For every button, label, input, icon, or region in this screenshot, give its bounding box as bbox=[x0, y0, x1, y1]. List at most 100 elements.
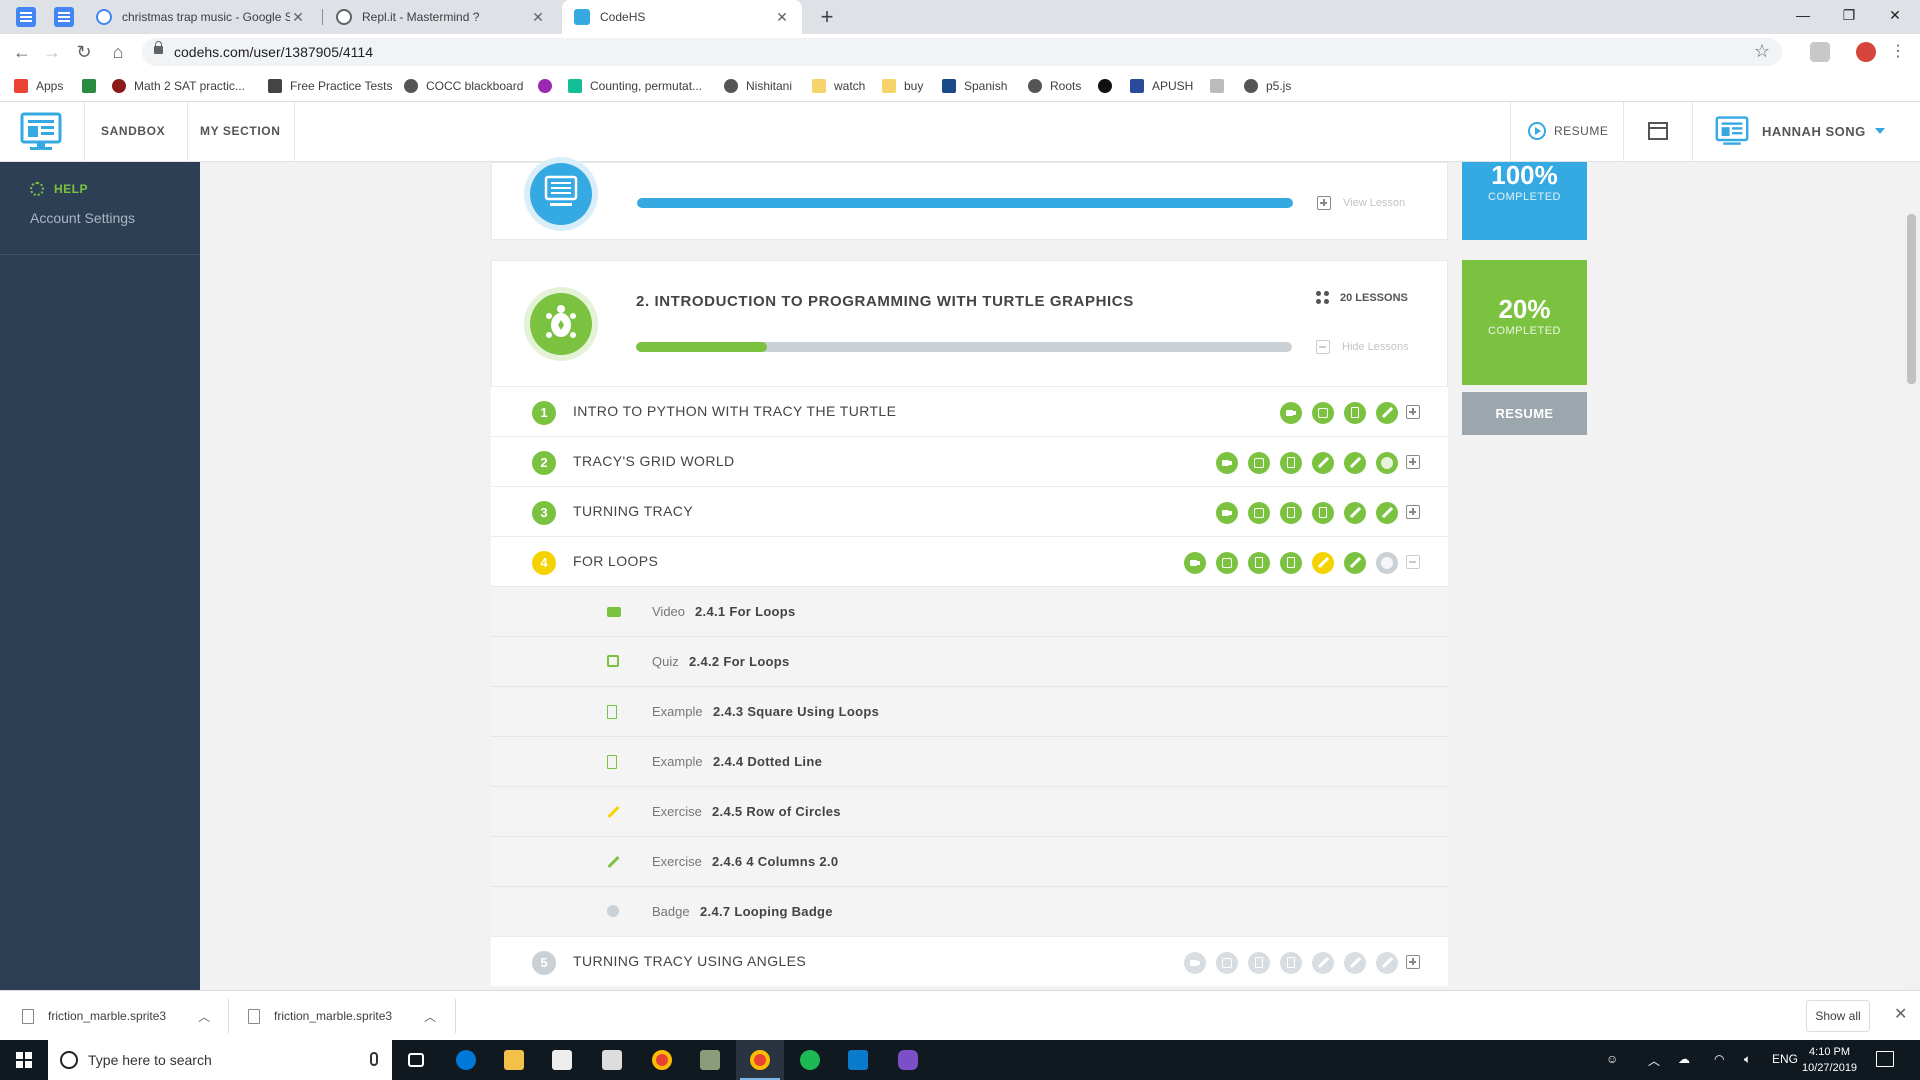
item-name[interactable]: 2.4.3 Square Using Loops bbox=[713, 704, 879, 719]
expand-plus-icon[interactable] bbox=[1406, 955, 1420, 969]
microphone-icon[interactable] bbox=[370, 1052, 378, 1066]
lesson-item-row[interactable]: Badge 2.4.7 Looping Badge bbox=[491, 886, 1448, 936]
unit-2-resume-button[interactable]: RESUME bbox=[1462, 392, 1587, 435]
lesson-title[interactable]: TURNING TRACY bbox=[573, 503, 693, 519]
exercise-activity-icon[interactable] bbox=[1376, 502, 1398, 524]
bookmark-apush[interactable]: APUSH bbox=[1130, 70, 1193, 102]
bookmark-p5js[interactable]: p5.js bbox=[1244, 70, 1291, 102]
bookmark-color-wheel[interactable] bbox=[538, 70, 560, 102]
photos-app-icon[interactable] bbox=[686, 1040, 734, 1080]
item-name[interactable]: 2.4.6 4 Columns 2.0 bbox=[712, 854, 838, 869]
video-activity-icon[interactable] bbox=[1216, 452, 1238, 474]
lesson-title[interactable]: TURNING TRACY USING ANGLES bbox=[573, 953, 806, 969]
lesson-item-row[interactable]: Exercise 2.4.5 Row of Circles bbox=[491, 786, 1448, 836]
video-activity-icon[interactable] bbox=[1184, 952, 1206, 974]
example-activity-icon[interactable] bbox=[1248, 552, 1270, 574]
video-activity-icon[interactable] bbox=[1280, 402, 1302, 424]
quiz-activity-icon[interactable] bbox=[1216, 552, 1238, 574]
lesson-item-row[interactable]: Example 2.4.4 Dotted Line bbox=[491, 736, 1448, 786]
item-name[interactable]: 2.4.5 Row of Circles bbox=[712, 804, 841, 819]
bookmark-counting[interactable]: Counting, permutat... bbox=[568, 70, 702, 102]
google-docs-pinned-tab-2[interactable] bbox=[54, 7, 74, 27]
example-activity-icon[interactable] bbox=[1344, 402, 1366, 424]
people-icon[interactable]: ☺ bbox=[1606, 1052, 1618, 1066]
bookmark-spanish[interactable]: Spanish bbox=[942, 70, 1007, 102]
user-name[interactable]: HANNAH SONG bbox=[1762, 124, 1866, 139]
close-icon[interactable]: ✕ bbox=[1894, 1004, 1907, 1024]
address-bar[interactable]: codehs.com/user/1387905/4114 ☆ bbox=[142, 38, 1782, 66]
account-settings-link[interactable]: Account Settings bbox=[30, 210, 135, 226]
lesson-row[interactable]: 2 TRACY'S GRID WORLD bbox=[491, 436, 1448, 486]
quiz-activity-icon[interactable] bbox=[1248, 452, 1270, 474]
chevron-down-icon[interactable] bbox=[1875, 128, 1885, 134]
purple-app-icon[interactable] bbox=[884, 1040, 932, 1080]
store-icon[interactable] bbox=[538, 1040, 586, 1080]
chevron-up-icon[interactable]: ︿ bbox=[424, 1008, 436, 1025]
close-tab-icon[interactable]: ✕ bbox=[530, 9, 546, 26]
lesson-title[interactable]: INTRO TO PYTHON WITH TRACY THE TURTLE bbox=[573, 403, 896, 419]
exercise-activity-icon[interactable] bbox=[1312, 552, 1334, 574]
onedrive-cloud-icon[interactable]: ☁ bbox=[1678, 1052, 1690, 1066]
bookmark-free-practice[interactable]: Free Practice Tests bbox=[268, 70, 392, 102]
example-activity-icon[interactable] bbox=[1280, 952, 1302, 974]
new-tab-button[interactable]: + bbox=[814, 4, 840, 30]
extension-icon[interactable] bbox=[1810, 42, 1830, 62]
mail-icon[interactable] bbox=[588, 1040, 636, 1080]
bookmark-watch[interactable]: watch bbox=[812, 70, 865, 102]
lesson-row[interactable]: 5 TURNING TRACY USING ANGLES bbox=[491, 936, 1448, 986]
download-item[interactable]: friction_marble.sprite3 ︿ bbox=[22, 991, 210, 1041]
exercise-activity-icon[interactable] bbox=[1344, 952, 1366, 974]
restore-window-button[interactable]: ❐ bbox=[1826, 0, 1872, 30]
download-item[interactable]: friction_marble.sprite3 ︿ bbox=[248, 991, 436, 1041]
notification-center-icon[interactable] bbox=[1876, 1051, 1894, 1067]
example-activity-icon[interactable] bbox=[1280, 452, 1302, 474]
close-tab-icon[interactable]: ✕ bbox=[774, 9, 790, 26]
lesson-row[interactable]: 4 FOR LOOPS bbox=[491, 536, 1448, 586]
back-arrow-icon[interactable]: ← bbox=[10, 40, 34, 64]
profile-avatar-icon[interactable] bbox=[1856, 42, 1876, 62]
bookmark-mk[interactable] bbox=[1210, 70, 1232, 102]
chrome-active-icon[interactable] bbox=[736, 1040, 784, 1080]
bookmark-nishitani[interactable]: Nishitani bbox=[724, 70, 792, 102]
chevron-up-icon[interactable]: ︿ bbox=[198, 1008, 210, 1025]
minimize-window-button[interactable]: — bbox=[1780, 0, 1826, 30]
bookmark-github[interactable] bbox=[1098, 70, 1120, 102]
close-window-button[interactable]: ✕ bbox=[1872, 0, 1918, 30]
show-all-button[interactable]: Show all bbox=[1806, 1000, 1870, 1032]
collapse-minus-icon[interactable] bbox=[1406, 555, 1420, 569]
view-lesson-link[interactable]: View Lesson bbox=[1317, 196, 1405, 210]
bookmark-buy[interactable]: buy bbox=[882, 70, 923, 102]
item-name[interactable]: 2.4.1 For Loops bbox=[695, 604, 796, 619]
nav-my-section[interactable]: MY SECTION bbox=[200, 124, 280, 138]
taskbar-search-box[interactable]: Type here to search bbox=[48, 1040, 392, 1080]
url-text[interactable]: codehs.com/user/1387905/4114 bbox=[174, 44, 373, 60]
sidebar-help-link[interactable]: HELP bbox=[30, 182, 88, 196]
lesson-title[interactable]: TRACY'S GRID WORLD bbox=[573, 453, 735, 469]
example-activity-icon[interactable] bbox=[1248, 952, 1270, 974]
lesson-row[interactable]: 1 INTRO TO PYTHON WITH TRACY THE TURTLE bbox=[491, 386, 1448, 436]
quiz-activity-icon[interactable] bbox=[1312, 402, 1334, 424]
hide-lessons-link[interactable]: Hide Lessons bbox=[1316, 340, 1409, 354]
badge-activity-icon[interactable] bbox=[1376, 452, 1398, 474]
example-activity-icon[interactable] bbox=[1312, 502, 1334, 524]
browser-window-icon[interactable] bbox=[1648, 122, 1668, 140]
exercise-activity-icon[interactable] bbox=[1344, 502, 1366, 524]
lesson-title[interactable]: FOR LOOPS bbox=[573, 553, 658, 569]
quiz-activity-icon[interactable] bbox=[1216, 952, 1238, 974]
tab-codehs[interactable]: CodeHS ✕ bbox=[562, 0, 802, 34]
lesson-item-row[interactable]: Exercise 2.4.6 4 Columns 2.0 bbox=[491, 836, 1448, 886]
scrollbar-thumb[interactable] bbox=[1907, 214, 1916, 384]
exercise-activity-icon[interactable] bbox=[1312, 952, 1334, 974]
forward-arrow-icon[interactable]: → bbox=[40, 40, 64, 64]
volume-icon[interactable]: 🔈︎ bbox=[1744, 1052, 1751, 1067]
expand-plus-icon[interactable] bbox=[1406, 455, 1420, 469]
tab-google-search[interactable]: christmas trap music - Google Se ✕ bbox=[84, 0, 318, 34]
bookmark-cocc[interactable]: COCC blackboard bbox=[404, 70, 523, 102]
windows-start-icon[interactable] bbox=[16, 1052, 32, 1068]
page-scrollbar[interactable] bbox=[1903, 162, 1920, 990]
lesson-item-row[interactable]: Video 2.4.1 For Loops bbox=[491, 586, 1448, 636]
item-name[interactable]: 2.4.7 Looping Badge bbox=[700, 904, 833, 919]
language-indicator[interactable]: ENG bbox=[1772, 1052, 1798, 1066]
example-activity-icon[interactable] bbox=[1280, 502, 1302, 524]
video-activity-icon[interactable] bbox=[1184, 552, 1206, 574]
